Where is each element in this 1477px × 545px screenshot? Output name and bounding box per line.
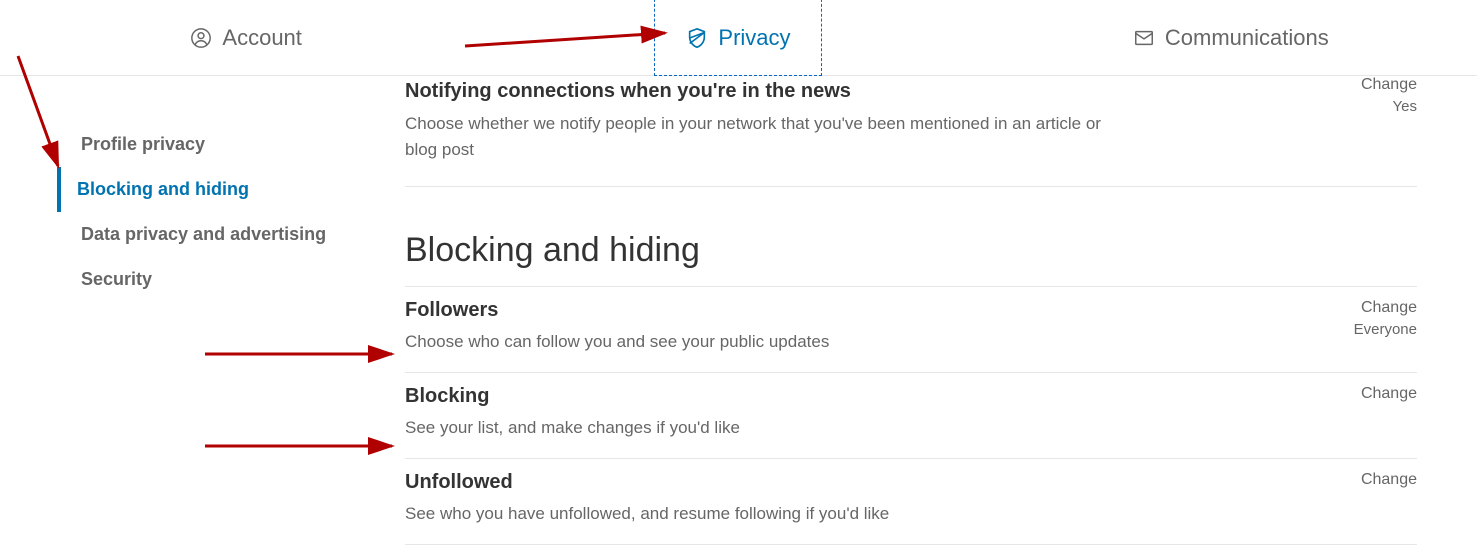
sidebar-item-label: Security [81, 269, 152, 289]
sidebar-item-blocking-hiding[interactable]: Blocking and hiding [57, 167, 405, 212]
change-link[interactable]: Change [1317, 471, 1417, 489]
setting-unfollowed[interactable]: Unfollowed See who you have unfollowed, … [405, 458, 1417, 545]
sidebar: Profile privacy Blocking and hiding Data… [0, 76, 405, 545]
shield-icon [686, 27, 708, 49]
setting-news-mentions[interactable]: Notifying connections when you're in the… [405, 76, 1417, 187]
main-content: Notifying connections when you're in the… [405, 76, 1477, 545]
setting-followers[interactable]: Followers Choose who can follow you and … [405, 286, 1417, 372]
setting-title: Followers [405, 299, 829, 322]
tab-account[interactable]: Account [0, 0, 492, 75]
setting-title: Blocking [405, 385, 740, 408]
top-nav: Account Privacy Communications [0, 0, 1477, 76]
tab-privacy[interactable]: Privacy [492, 0, 984, 75]
tab-privacy-label: Privacy [718, 25, 790, 51]
setting-description: See who you have unfollowed, and resume … [405, 504, 889, 524]
setting-title: Notifying connections when you're in the… [405, 80, 1125, 103]
sidebar-item-label: Data privacy and advertising [81, 224, 326, 244]
change-link[interactable]: Change [1317, 385, 1417, 403]
account-icon [190, 27, 212, 49]
tab-communications-label: Communications [1165, 25, 1329, 51]
setting-value: Yes [1337, 98, 1417, 115]
sidebar-item-data-privacy-advertising[interactable]: Data privacy and advertising [57, 212, 405, 257]
section-title: Blocking and hiding [405, 231, 1417, 270]
change-link[interactable]: Change [1317, 299, 1417, 317]
setting-description: Choose whether we notify people in your … [405, 111, 1125, 162]
tab-account-label: Account [222, 25, 302, 51]
change-link[interactable]: Change [1337, 76, 1417, 94]
setting-title: Unfollowed [405, 471, 889, 494]
setting-description: Choose who can follow you and see your p… [405, 332, 829, 352]
sidebar-item-security[interactable]: Security [57, 257, 405, 302]
sidebar-item-label: Blocking and hiding [77, 179, 249, 199]
mail-icon [1133, 27, 1155, 49]
setting-description: See your list, and make changes if you'd… [405, 418, 740, 438]
sidebar-item-profile-privacy[interactable]: Profile privacy [57, 122, 405, 167]
setting-blocking[interactable]: Blocking See your list, and make changes… [405, 372, 1417, 458]
sidebar-item-label: Profile privacy [81, 134, 205, 154]
setting-value: Everyone [1317, 321, 1417, 338]
tab-communications[interactable]: Communications [985, 0, 1477, 75]
